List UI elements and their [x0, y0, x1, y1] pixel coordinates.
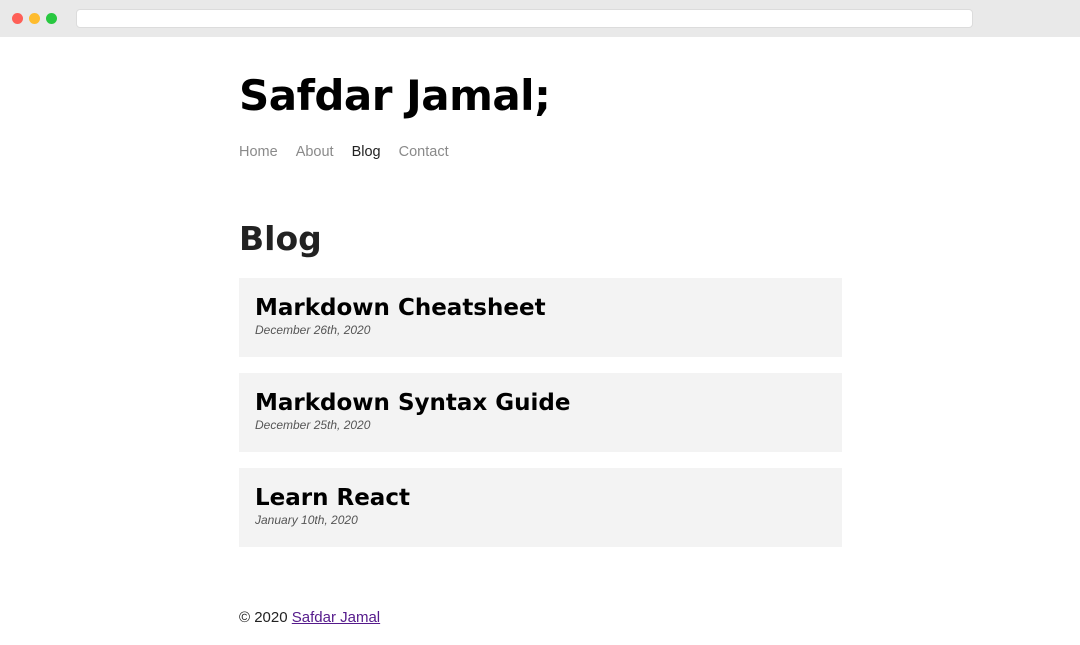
nav-item-home[interactable]: Home: [239, 143, 278, 161]
browser-chrome: [0, 0, 1080, 37]
footer: © 2020 Safdar Jamal: [239, 609, 380, 627]
close-window-icon[interactable]: [12, 13, 23, 24]
address-bar[interactable]: [76, 9, 973, 28]
nav-item-contact[interactable]: Contact: [399, 143, 449, 161]
post-card[interactable]: Learn React January 10th, 2020: [239, 468, 842, 547]
post-title[interactable]: Learn React: [255, 483, 826, 513]
post-title[interactable]: Markdown Syntax Guide: [255, 388, 826, 418]
post-card[interactable]: Markdown Cheatsheet December 26th, 2020: [239, 278, 842, 357]
post-date: December 25th, 2020: [255, 418, 371, 432]
main-nav: Home About Blog Contact: [239, 143, 467, 161]
footer-author-link[interactable]: Safdar Jamal: [292, 609, 380, 626]
page-title: Blog: [239, 219, 322, 258]
post-date: December 26th, 2020: [255, 323, 371, 337]
minimize-window-icon[interactable]: [29, 13, 40, 24]
post-list: Markdown Cheatsheet December 26th, 2020 …: [239, 278, 842, 563]
maximize-window-icon[interactable]: [46, 13, 57, 24]
nav-item-blog[interactable]: Blog: [352, 143, 381, 161]
post-card[interactable]: Markdown Syntax Guide December 25th, 202…: [239, 373, 842, 452]
post-date: January 10th, 2020: [255, 513, 358, 527]
post-title[interactable]: Markdown Cheatsheet: [255, 293, 826, 323]
site-title[interactable]: Safdar Jamal;: [239, 68, 551, 124]
footer-copyright: © 2020: [239, 609, 288, 626]
page-content: Safdar Jamal; Home About Blog Contact Bl…: [0, 37, 1080, 645]
nav-item-about[interactable]: About: [296, 143, 334, 161]
